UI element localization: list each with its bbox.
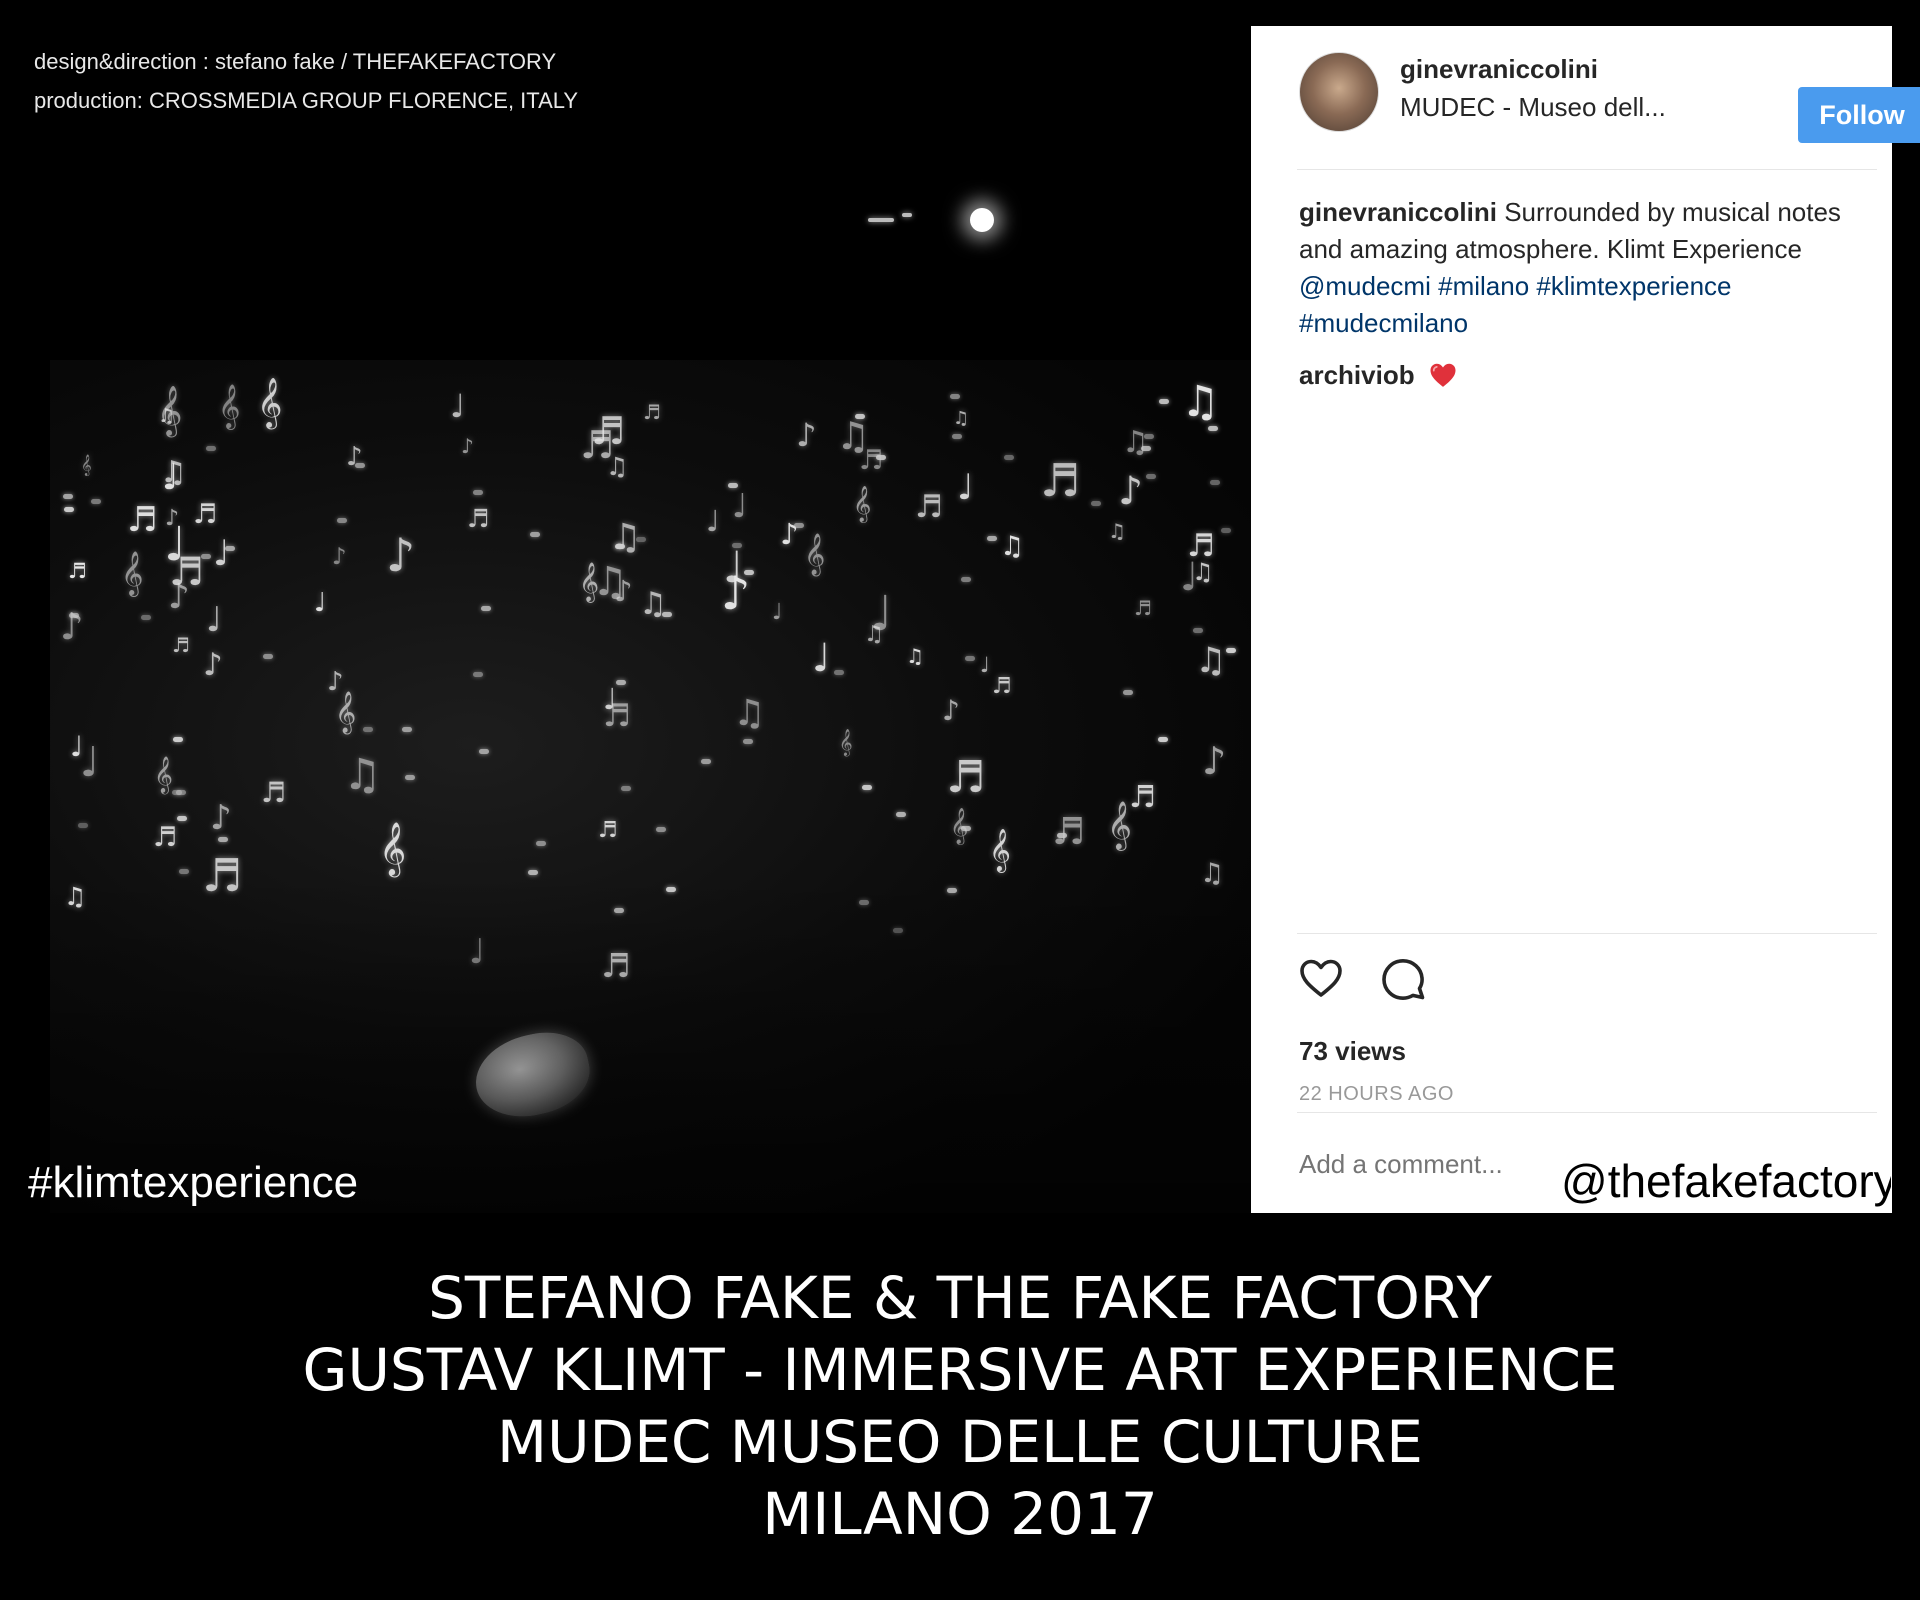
- heart-icon[interactable]: [1297, 954, 1345, 1002]
- watermark-handle: @thefakefactory: [1561, 1155, 1891, 1207]
- caption-hashtag-klimtexperience[interactable]: #klimtexperience: [1536, 271, 1731, 301]
- hashtag-overlay: #klimtexperience: [28, 1158, 359, 1207]
- comment-icon[interactable]: [1379, 954, 1427, 1002]
- post-header: ginevraniccolini MUDEC - Museo dell... F…: [1299, 52, 1920, 156]
- title-line-3: MUDEC MUSEO DELLE CULTURE: [497, 1408, 1423, 1476]
- stage-shade: [50, 360, 1251, 1213]
- video-frame: ♫♬♫♪♪𝄞♩𝄞♩♬♬♫𝄞♪♩♬♬♪𝄞𝄞♬♪♪♩♫♫𝄞♬♬𝄞♬♬𝄞♬♫𝄞♬♫♩♫…: [0, 0, 1251, 1213]
- avatar[interactable]: [1299, 52, 1379, 132]
- follow-button[interactable]: Follow: [1798, 87, 1920, 143]
- divider: [1297, 1112, 1877, 1113]
- heart-emoji-icon: [1430, 363, 1456, 387]
- divider: [1297, 933, 1877, 934]
- caption-username[interactable]: ginevraniccolini: [1299, 197, 1497, 227]
- post-location[interactable]: MUDEC - Museo dell...: [1400, 92, 1666, 123]
- credit-production: production: CROSSMEDIA GROUP FLORENCE, I…: [34, 88, 579, 113]
- light-streak: [902, 213, 912, 217]
- projection-room: ♫♬♫♪♪𝄞♩𝄞♩♬♬♫𝄞♪♩♬♬♪𝄞𝄞♬♪♪♩♫♫𝄞♬♬𝄞♬♬𝄞♬♫𝄞♬♫♩♫…: [50, 360, 1251, 1213]
- caption-mention-mudecmi[interactable]: @mudecmi: [1299, 271, 1431, 301]
- post-actions: [1297, 954, 1497, 1004]
- title-line-4: MILANO 2017: [762, 1480, 1158, 1548]
- credit-design: design&direction : stefano fake / THEFAK…: [34, 49, 557, 74]
- light-streak: [868, 218, 894, 222]
- page: ♫♬♫♪♪𝄞♩𝄞♩♬♬♫𝄞♪♩♬♬♪𝄞𝄞♬♪♪♩♫♫𝄞♬♬𝄞♬♬𝄞♬♫𝄞♬♫♩♫…: [0, 0, 1920, 1600]
- caption-hashtag-milano[interactable]: #milano: [1438, 271, 1529, 301]
- credits: design&direction : stefano fake / THEFAK…: [34, 42, 578, 120]
- caption-hashtag-mudecmilano[interactable]: #mudecmilano: [1299, 308, 1468, 338]
- reply-username[interactable]: archiviob: [1299, 360, 1415, 390]
- title-block: STEFANO FAKE & THE FAKE FACTORY GUSTAV K…: [0, 1262, 1920, 1550]
- post-caption: ginevraniccolini Surrounded by musical n…: [1299, 194, 1859, 342]
- title-line-2: GUSTAV KLIMT - IMMERSIVE ART EXPERIENCE: [302, 1336, 1618, 1404]
- add-comment-input[interactable]: [1299, 1144, 1559, 1184]
- ceiling-light: [970, 208, 994, 232]
- instagram-post-card: ginevraniccolini MUDEC - Museo dell... F…: [1251, 26, 1920, 1213]
- comment-reply: archiviob: [1299, 360, 1458, 391]
- divider: [1297, 169, 1877, 170]
- view-count: 73 views: [1299, 1036, 1406, 1066]
- post-username[interactable]: ginevraniccolini: [1400, 54, 1598, 85]
- post-timestamp: 22 HOURS AGO: [1299, 1083, 1454, 1105]
- title-line-1: STEFANO FAKE & THE FAKE FACTORY: [428, 1264, 1492, 1332]
